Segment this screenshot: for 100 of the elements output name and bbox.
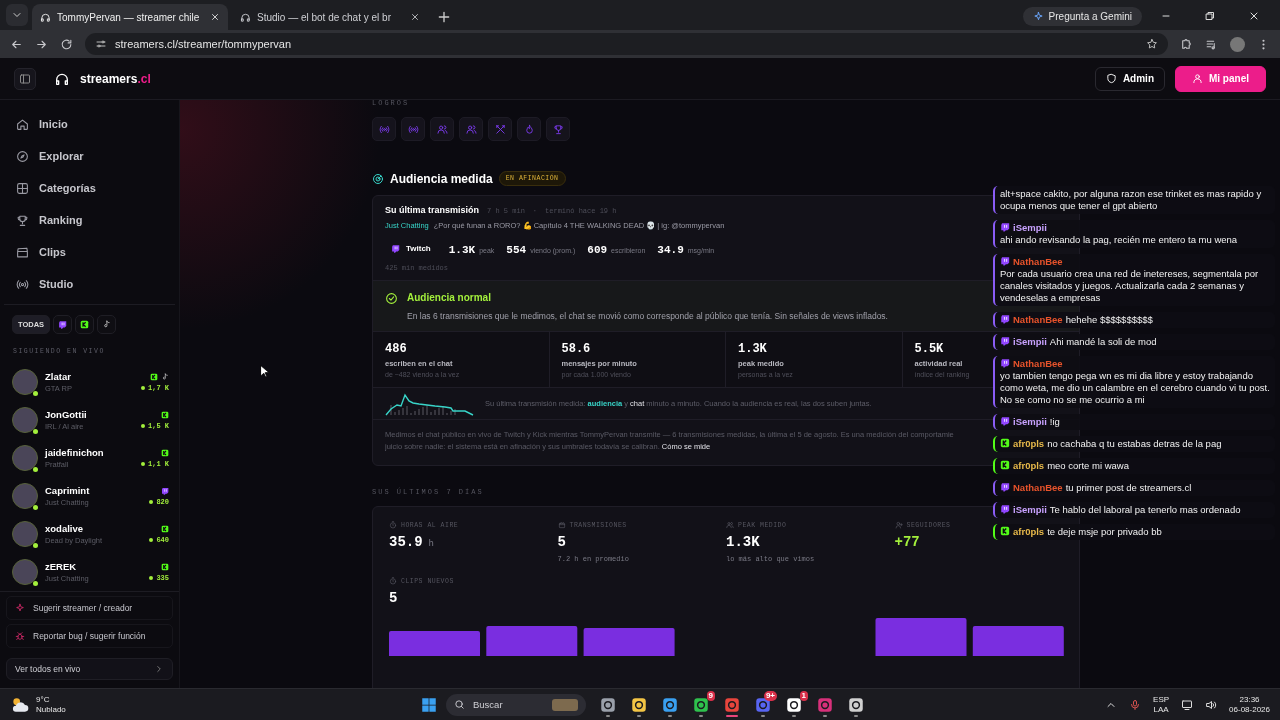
browser-tab[interactable]: TommyPervan — streamer chile (32, 4, 228, 30)
close-icon[interactable] (210, 12, 220, 22)
site-settings-icon (95, 38, 107, 50)
nav-item[interactable]: Categorías (8, 174, 171, 202)
tab-list-button[interactable] (6, 4, 28, 26)
shield-icon (1105, 73, 1117, 84)
new-tab-icon[interactable] (436, 9, 452, 25)
section-title: Audiencia medida (390, 171, 493, 186)
sidebar-toggle-button[interactable] (14, 67, 36, 90)
panel-button[interactable]: Mi panel (1175, 65, 1266, 92)
volume-icon[interactable] (1205, 698, 1218, 711)
nav-item[interactable]: Explorar (8, 142, 171, 170)
avatar[interactable] (12, 445, 38, 471)
taskbar-app[interactable]: 1 (780, 690, 808, 719)
taskbar-app[interactable]: 9 (687, 690, 715, 719)
platform-label: Twitch (385, 242, 437, 255)
notification-badge: 9+ (763, 690, 777, 701)
streamer-name[interactable]: jaidefinichon (45, 447, 134, 458)
profile-avatar[interactable] (1230, 36, 1245, 52)
streamer-name[interactable]: zEREK (45, 561, 143, 572)
stat-value: 34.9 (657, 244, 684, 256)
nav-label: Studio (39, 278, 74, 290)
notification-badge: 1 (799, 690, 808, 701)
users-icon (436, 123, 448, 135)
network-icon[interactable] (1181, 698, 1194, 711)
stat-value: 1.3K (726, 534, 760, 550)
temperature[interactable]: 9°C (36, 694, 66, 705)
online-dot (33, 505, 38, 510)
nav-item[interactable]: Studio (8, 270, 171, 298)
platform-filter-chip[interactable] (75, 315, 95, 334)
twitch-icon (1000, 358, 1010, 368)
metric-value: 58.6 (561, 342, 591, 356)
admin-button[interactable]: Admin (1094, 66, 1165, 91)
chat-text: hehehe $$$$$$$$$$ (1065, 314, 1153, 325)
nav-item[interactable]: Inicio (8, 110, 171, 138)
streamer-name[interactable]: JonGottii (45, 409, 134, 420)
online-dot (33, 467, 38, 472)
clock[interactable]: 23:36 06-08-2026 (1229, 694, 1270, 715)
broadcast-icon (16, 277, 29, 291)
streamer-name[interactable]: xodalive (45, 523, 143, 534)
start-icon[interactable] (420, 695, 438, 714)
search-field[interactable]: Buscar (446, 693, 586, 716)
photo-placeholder (552, 698, 578, 711)
avatar[interactable] (12, 407, 38, 433)
address-bar[interactable]: streamers.cl/streamer/tommypervan (85, 33, 1168, 55)
twitch-icon (58, 320, 68, 329)
target-icon (372, 172, 384, 185)
gemini-button[interactable]: Pregunta a Gemini (1022, 7, 1142, 26)
avatar[interactable] (12, 521, 38, 547)
metric-value: 1.3K (738, 342, 767, 356)
restore-icon[interactable] (1204, 10, 1216, 22)
card-title: Su última transmisión (385, 205, 480, 215)
close-icon[interactable] (410, 12, 420, 22)
taskbar-app[interactable]: 9+ (749, 690, 777, 719)
browser-tab[interactable]: Studio — el bot de chat y el br (232, 4, 428, 30)
keyboard-language[interactable]: ESP LAA (1153, 694, 1170, 715)
online-dot (33, 429, 38, 434)
reload-icon[interactable] (60, 37, 73, 51)
home-icon (16, 117, 29, 131)
avatar[interactable] (12, 483, 38, 509)
users-icon (465, 123, 477, 135)
chat-text: tu primer post de streamers.cl (1065, 482, 1192, 493)
chat-text: !ig (1049, 416, 1060, 427)
users-icon (726, 521, 734, 529)
platform-filter-chip[interactable] (53, 315, 73, 334)
chat-text: alt+space cakito, por alguna razon ese trinket es mas rapido y ocupa menos que tener el gpt abierto (1000, 188, 1262, 211)
avatar[interactable] (12, 559, 38, 585)
achievement-badge[interactable] (488, 117, 512, 141)
k-logo-icon (150, 372, 158, 381)
view-all-live-button[interactable]: Ver todos en vivo (6, 658, 173, 680)
site-logo-text[interactable]: streamers.cl (80, 71, 151, 86)
online-dot (33, 391, 38, 396)
verdict-text: En las 6 transmisiones que le medimos, el chat se movió como corresponde al público que tenía. Sin señales de views inflados. (407, 311, 888, 321)
chat-username: iSempii (1013, 416, 1047, 427)
nav-item[interactable]: Clips (8, 238, 171, 266)
nav-label: Ranking (39, 214, 83, 226)
chat-text: ahi ando revisando la pag, recién me entero ta mu wena (1000, 234, 1239, 246)
twitch-icon (391, 244, 400, 253)
star-icon[interactable] (1146, 38, 1158, 50)
puzzle-icon[interactable] (1180, 37, 1193, 51)
chat-text: Por cada usuario crea una red de inetereses, segmentala por canales visitados y juegos. Actualizarla cada 2 semanas y vendeselas a empresas (1000, 268, 1260, 304)
chat-username: NathanBee (1013, 256, 1063, 267)
headphones-icon (40, 11, 51, 23)
bug-icon (15, 631, 25, 641)
achievement-badge[interactable] (546, 117, 570, 141)
sidebar-link[interactable]: Reportar bug / sugerir función (6, 624, 173, 648)
streamer-name[interactable]: Zlatar (45, 371, 134, 382)
avatar[interactable] (12, 369, 38, 395)
nav-label: Clips (39, 246, 66, 258)
weather-condition[interactable]: Nublado (36, 704, 66, 715)
clapperboard-icon (16, 245, 29, 259)
nav-item[interactable]: Ranking (8, 206, 171, 234)
streamer-name[interactable]: Caprimint (45, 485, 143, 496)
sidebar-link[interactable]: Sugerir streamer / creador (6, 596, 173, 620)
sparkle-icon (1032, 11, 1044, 22)
microphone-icon[interactable] (1129, 698, 1142, 711)
close-icon[interactable] (1248, 10, 1260, 22)
k-logo-icon (161, 410, 169, 419)
chat-text: te deje msje por privado bb (1047, 526, 1162, 537)
k-logo-icon (161, 524, 169, 533)
